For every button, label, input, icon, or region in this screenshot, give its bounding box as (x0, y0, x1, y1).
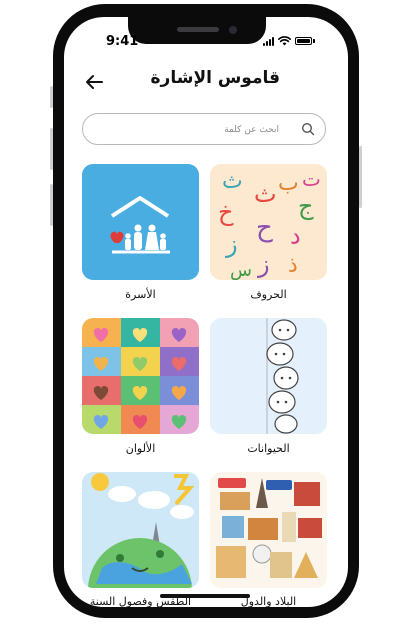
svg-text:ز: ز (225, 230, 238, 258)
category-label-colors: الألوان (125, 442, 156, 455)
power-button (359, 146, 362, 208)
search-input[interactable] (97, 120, 281, 140)
svg-text:ح: ح (256, 213, 273, 243)
cellular-signal-icon (263, 36, 274, 46)
svg-text:ب: ب (278, 171, 299, 196)
search-bar[interactable] (82, 113, 326, 145)
battery-icon (295, 37, 312, 45)
animals-illustration (266, 318, 299, 434)
svg-text:ث: ث (222, 169, 243, 194)
category-card-letters[interactable]: ب ت ث ث ج خ ح د ز ز ذ س (210, 164, 327, 280)
colors-hearts-illustration (82, 318, 199, 434)
page-title: قاموس الإشارة (150, 68, 280, 88)
camera (229, 26, 237, 34)
svg-text:س: س (230, 260, 252, 280)
status-time: 9:41 (106, 34, 139, 49)
svg-text:ز: ز (257, 250, 270, 278)
svg-text:ت: ت (302, 167, 321, 191)
category-label-animals: الحيوانات (247, 442, 290, 455)
status-icons (263, 36, 315, 46)
speaker (177, 27, 219, 32)
svg-text:ج: ج (298, 192, 314, 220)
countries-illustration (216, 478, 322, 578)
svg-text:ذ: ذ (288, 253, 298, 278)
back-arrow-icon[interactable] (82, 70, 106, 94)
category-card-countries[interactable] (210, 472, 327, 588)
weather-illustration (88, 473, 195, 588)
letters-illustration: ب ت ث ث ج خ ح د ز ز ذ س (218, 167, 321, 280)
svg-text:ث: ث (254, 180, 277, 208)
category-card-weather[interactable] (82, 472, 199, 588)
category-card-colors[interactable] (82, 318, 199, 434)
category-label-letters: الحروف (250, 288, 287, 301)
svg-text:خ: خ (218, 198, 234, 226)
category-card-family[interactable] (82, 164, 199, 280)
svg-text:د: د (290, 222, 301, 250)
family-illustration (110, 196, 170, 254)
home-indicator (160, 594, 250, 598)
category-label-family: الأسرة (125, 288, 156, 301)
category-card-animals[interactable] (210, 318, 327, 434)
battery-tip (313, 39, 315, 43)
search-icon (301, 122, 315, 136)
wifi-icon (278, 36, 291, 46)
